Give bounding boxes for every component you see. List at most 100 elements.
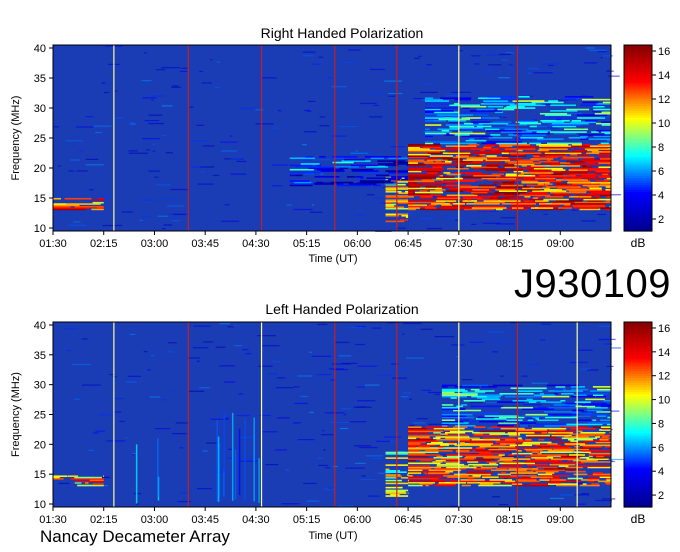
emission-streak <box>445 434 469 437</box>
emission-streak <box>547 483 578 485</box>
emission-streak <box>433 484 456 487</box>
noise-streak <box>364 384 380 386</box>
emission-streak <box>585 398 605 401</box>
emission-streak <box>570 436 589 438</box>
emission-streak <box>514 484 550 487</box>
emission-streak <box>564 204 571 206</box>
noise-streak <box>606 365 614 368</box>
noise-streak <box>225 417 230 419</box>
emission-streak <box>289 183 314 185</box>
emission-streak <box>580 431 606 434</box>
noise-streak <box>73 221 81 223</box>
noise-streak <box>302 55 314 57</box>
noise-streak <box>368 495 380 497</box>
emission-streak <box>355 176 363 178</box>
emission-streak <box>558 465 569 467</box>
noise-streak <box>357 365 378 367</box>
emission-streak <box>489 479 513 481</box>
noise-streak <box>196 124 204 126</box>
emission-streak <box>446 466 477 469</box>
noise-streak <box>275 387 294 389</box>
y-tick-label: 10 <box>34 499 46 511</box>
noise-streak <box>527 72 531 74</box>
emission-streak <box>463 197 483 199</box>
emission-streak <box>605 477 611 480</box>
emission-streak <box>574 201 611 204</box>
noise-streak <box>214 86 221 89</box>
x-tick-label: 06:00 <box>344 514 372 526</box>
emission-streak <box>545 195 564 198</box>
emission-streak <box>408 195 414 198</box>
noise-streak <box>426 64 432 66</box>
emission-streak <box>473 205 506 208</box>
emission-streak <box>603 208 611 211</box>
emission-streak <box>593 135 611 138</box>
noise-streak <box>126 381 137 383</box>
emission-streak <box>545 480 581 483</box>
emission-streak <box>474 433 484 435</box>
emission-streak <box>580 104 606 107</box>
emission-streak <box>508 434 521 437</box>
emission-streak <box>535 418 539 420</box>
emission-streak <box>423 472 428 474</box>
noise-streak <box>181 67 189 69</box>
noise-streak <box>89 189 94 191</box>
emission-streak <box>426 443 457 445</box>
emission-streak <box>587 162 596 164</box>
noise-streak <box>491 351 499 353</box>
noise-streak <box>420 328 433 330</box>
noise-streak <box>135 503 139 505</box>
noise-streak <box>293 386 300 388</box>
emission-streak <box>466 472 494 474</box>
noise-streak <box>128 152 148 154</box>
noise-streak <box>230 173 247 175</box>
emission-streak <box>408 470 445 473</box>
emission-streak <box>385 479 402 482</box>
emission-streak <box>549 429 565 431</box>
emission-streak <box>473 152 501 155</box>
emission-streak <box>535 444 561 447</box>
emission-streak <box>446 454 458 456</box>
emission-streak <box>530 165 545 167</box>
noise-streak <box>114 117 123 119</box>
emission-streak <box>537 445 550 448</box>
emission-streak <box>476 458 495 460</box>
emission-streak <box>597 388 611 391</box>
emission-streak <box>573 207 599 209</box>
emission-streak <box>571 120 581 122</box>
emission-streak <box>508 454 515 456</box>
noise-streak <box>319 116 326 118</box>
emission-streak <box>434 198 465 201</box>
emission-streak <box>555 386 566 388</box>
emission-streak <box>497 425 515 427</box>
emission-streak <box>534 458 549 460</box>
emission-streak <box>425 142 434 145</box>
emission-streak <box>433 431 441 434</box>
noise-streak <box>446 217 466 219</box>
emission-streak <box>387 157 409 160</box>
emission-streak <box>385 205 394 207</box>
emission-streak <box>385 474 401 476</box>
emission-streak <box>560 456 578 459</box>
noise-streak <box>188 390 205 392</box>
noise-streak <box>292 422 301 424</box>
noise-streak <box>600 57 603 59</box>
emission-streak <box>570 202 606 205</box>
emission-streak <box>483 100 509 102</box>
noise-streak <box>361 475 366 477</box>
emission-streak <box>589 187 602 190</box>
emission-streak <box>566 160 585 163</box>
noise-streak <box>359 478 376 481</box>
emission-streak <box>407 472 409 475</box>
noise-streak <box>526 363 540 366</box>
emission-streak <box>454 425 476 427</box>
emission-streak <box>578 146 608 149</box>
emission-streak <box>408 173 443 176</box>
emission-streak <box>550 479 567 481</box>
y-tick-label: 35 <box>34 73 46 85</box>
noise-streak <box>341 408 352 410</box>
emission-streak <box>425 134 444 136</box>
noise-streak <box>85 116 94 118</box>
emission-streak <box>596 129 611 132</box>
emission-streak <box>506 447 539 449</box>
